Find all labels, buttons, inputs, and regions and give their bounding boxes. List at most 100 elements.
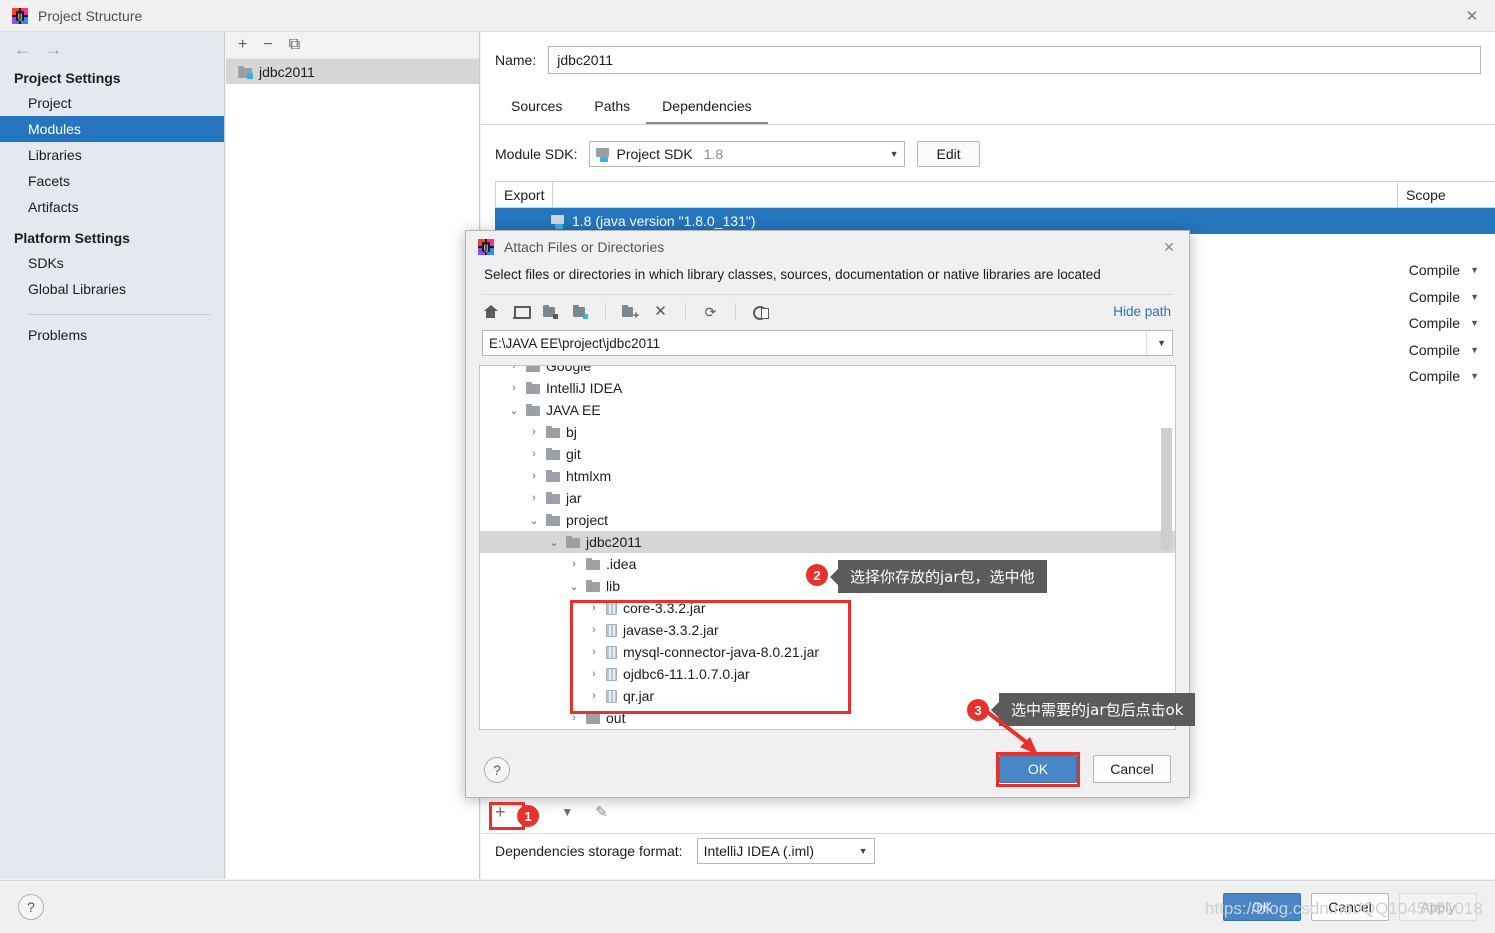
chevron-right-icon[interactable]: ›: [588, 690, 600, 702]
module-list-item[interactable]: jdbc2011: [226, 59, 479, 84]
apply-button[interactable]: Apply: [1399, 893, 1477, 921]
remove-module-button[interactable]: −: [263, 37, 272, 53]
jar-file-icon: [606, 667, 617, 681]
folder-icon[interactable]: [542, 304, 559, 320]
toolbar-separator: [735, 303, 736, 320]
tree-node[interactable]: › Google: [480, 366, 1175, 377]
scope-cell[interactable]: Compile ▼: [1369, 310, 1479, 337]
tree-node[interactable]: › htmlxm: [480, 465, 1175, 487]
tree-node[interactable]: ⌄ JAVA EE: [480, 399, 1175, 421]
add-module-button[interactable]: +: [238, 37, 247, 53]
chevron-down-icon[interactable]: ⌄: [528, 514, 540, 527]
show-hidden-icon[interactable]: [752, 304, 769, 320]
tab-sources[interactable]: Sources: [495, 92, 578, 124]
dialog-ok-button[interactable]: OK: [999, 755, 1077, 783]
tree-node-label: JAVA EE: [546, 402, 601, 418]
chevron-right-icon[interactable]: ›: [508, 382, 520, 394]
folder-icon: [546, 492, 560, 504]
sidebar-item-sdks[interactable]: SDKs: [0, 250, 224, 276]
scope-cell[interactable]: Compile ▼: [1369, 284, 1479, 311]
tree-node[interactable]: › mysql-connector-java-8.0.21.jar: [480, 641, 1175, 663]
folder-selected-icon[interactable]: [572, 304, 589, 320]
refresh-icon[interactable]: ⟳: [702, 304, 719, 320]
sidebar-item-artifacts[interactable]: Artifacts: [0, 194, 224, 220]
sidebar-item-project[interactable]: Project: [0, 90, 224, 116]
delete-icon[interactable]: ✕: [652, 303, 669, 320]
path-input[interactable]: E:\JAVA EE\project\jdbc2011 ▼: [482, 330, 1173, 356]
sidebar-item-modules[interactable]: Modules: [0, 116, 224, 142]
file-tree[interactable]: › Google › IntelliJ IDEA ⌄ JAVA EE › bj › git › htm…: [479, 365, 1176, 730]
tree-node-label: qr.jar: [623, 688, 655, 704]
scope-cell[interactable]: Compile ▼: [1369, 257, 1479, 284]
forward-arrow-icon[interactable]: →: [45, 40, 62, 60]
chevron-right-icon[interactable]: ›: [508, 366, 520, 372]
help-button[interactable]: ?: [18, 894, 44, 920]
tree-node[interactable]: ⌄ lib: [480, 575, 1175, 597]
dialog-cancel-button[interactable]: Cancel: [1093, 755, 1171, 783]
tree-node[interactable]: › core-3.3.2.jar: [480, 597, 1175, 619]
tree-node[interactable]: › bj: [480, 421, 1175, 443]
sidebar-item-global-libraries[interactable]: Global Libraries: [0, 276, 224, 302]
edit-dependency-button[interactable]: ✎: [595, 805, 608, 820]
chevron-right-icon[interactable]: ›: [588, 668, 600, 680]
edit-sdk-button[interactable]: Edit: [917, 141, 980, 167]
tab-paths[interactable]: Paths: [578, 92, 646, 124]
chevron-down-icon[interactable]: ▼: [1146, 331, 1166, 355]
scope-cell[interactable]: Compile ▼: [1369, 363, 1479, 390]
cancel-button[interactable]: Cancel: [1311, 893, 1389, 921]
chevron-right-icon[interactable]: ›: [568, 712, 580, 724]
copy-module-button[interactable]: ⧉: [289, 37, 300, 53]
module-sdk-select[interactable]: Project SDK 1.8 ▼: [589, 141, 906, 167]
chevron-right-icon[interactable]: ›: [528, 470, 540, 482]
step-badge-1: 1: [517, 805, 539, 827]
dependency-scope-column: Compile ▼ Compile ▼ Compile ▼ Compile ▼ …: [1369, 257, 1479, 390]
sidebar-item-problems[interactable]: Problems: [0, 315, 224, 348]
modules-list-panel: + − ⧉ jdbc2011: [226, 32, 480, 879]
tree-node[interactable]: ⌄ jdbc2011: [480, 531, 1175, 553]
chevron-right-icon[interactable]: ›: [588, 624, 600, 636]
folder-icon: [526, 404, 540, 416]
chevron-down-icon[interactable]: ⌄: [548, 536, 560, 549]
tree-scrollbar[interactable]: [1161, 428, 1172, 550]
column-header-export[interactable]: Export: [496, 181, 554, 208]
chevron-down-icon[interactable]: ⌄: [568, 580, 580, 593]
chevron-right-icon[interactable]: ›: [588, 646, 600, 658]
sdk-icon: [551, 214, 565, 229]
tree-node[interactable]: › jar: [480, 487, 1175, 509]
tree-node[interactable]: ⌄ project: [480, 509, 1175, 531]
home-icon[interactable]: [482, 304, 499, 320]
tree-node[interactable]: › IntelliJ IDEA: [480, 377, 1175, 399]
project-structure-window: IJ Project Structure ✕ ← → Project Setti…: [0, 0, 1495, 933]
chevron-right-icon[interactable]: ›: [528, 448, 540, 460]
column-header-scope[interactable]: Scope: [1398, 181, 1495, 208]
back-arrow-icon[interactable]: ←: [14, 40, 31, 60]
desktop-icon[interactable]: [512, 304, 531, 320]
close-icon[interactable]: ✕: [1149, 231, 1189, 263]
new-folder-icon[interactable]: +: [622, 304, 639, 321]
chevron-right-icon[interactable]: ›: [528, 426, 540, 438]
dialog-help-button[interactable]: ?: [484, 757, 510, 783]
module-name-input[interactable]: jdbc2011: [548, 46, 1481, 74]
move-down-button[interactable]: ▼: [561, 806, 573, 818]
tree-node[interactable]: › git: [480, 443, 1175, 465]
column-header-name[interactable]: [553, 181, 1398, 208]
tree-node[interactable]: › ojdbc6-11.1.0.7.0.jar: [480, 663, 1175, 685]
folder-icon: [526, 366, 540, 372]
scope-cell[interactable]: Compile ▼: [1369, 337, 1479, 364]
chevron-down-icon: ▼: [1470, 265, 1479, 276]
chevron-down-icon[interactable]: ⌄: [508, 404, 520, 417]
close-icon[interactable]: ✕: [1449, 0, 1495, 32]
sidebar-nav-arrows: ← →: [0, 32, 224, 60]
ok-button[interactable]: OK: [1223, 893, 1301, 921]
sidebar-item-facets[interactable]: Facets: [0, 168, 224, 194]
sidebar-item-libraries[interactable]: Libraries: [0, 142, 224, 168]
storage-format-select[interactable]: IntelliJ IDEA (.iml) ▼: [696, 838, 875, 864]
chevron-right-icon[interactable]: ›: [528, 492, 540, 504]
chevron-right-icon[interactable]: ›: [588, 602, 600, 614]
add-dependency-button[interactable]: +: [495, 803, 506, 821]
chevron-right-icon[interactable]: ›: [568, 558, 580, 570]
tree-node[interactable]: › javase-3.3.2.jar: [480, 619, 1175, 641]
window-title-bar: IJ Project Structure ✕: [0, 0, 1495, 32]
tab-dependencies[interactable]: Dependencies: [646, 92, 768, 124]
hide-path-link[interactable]: Hide path: [1113, 304, 1171, 319]
